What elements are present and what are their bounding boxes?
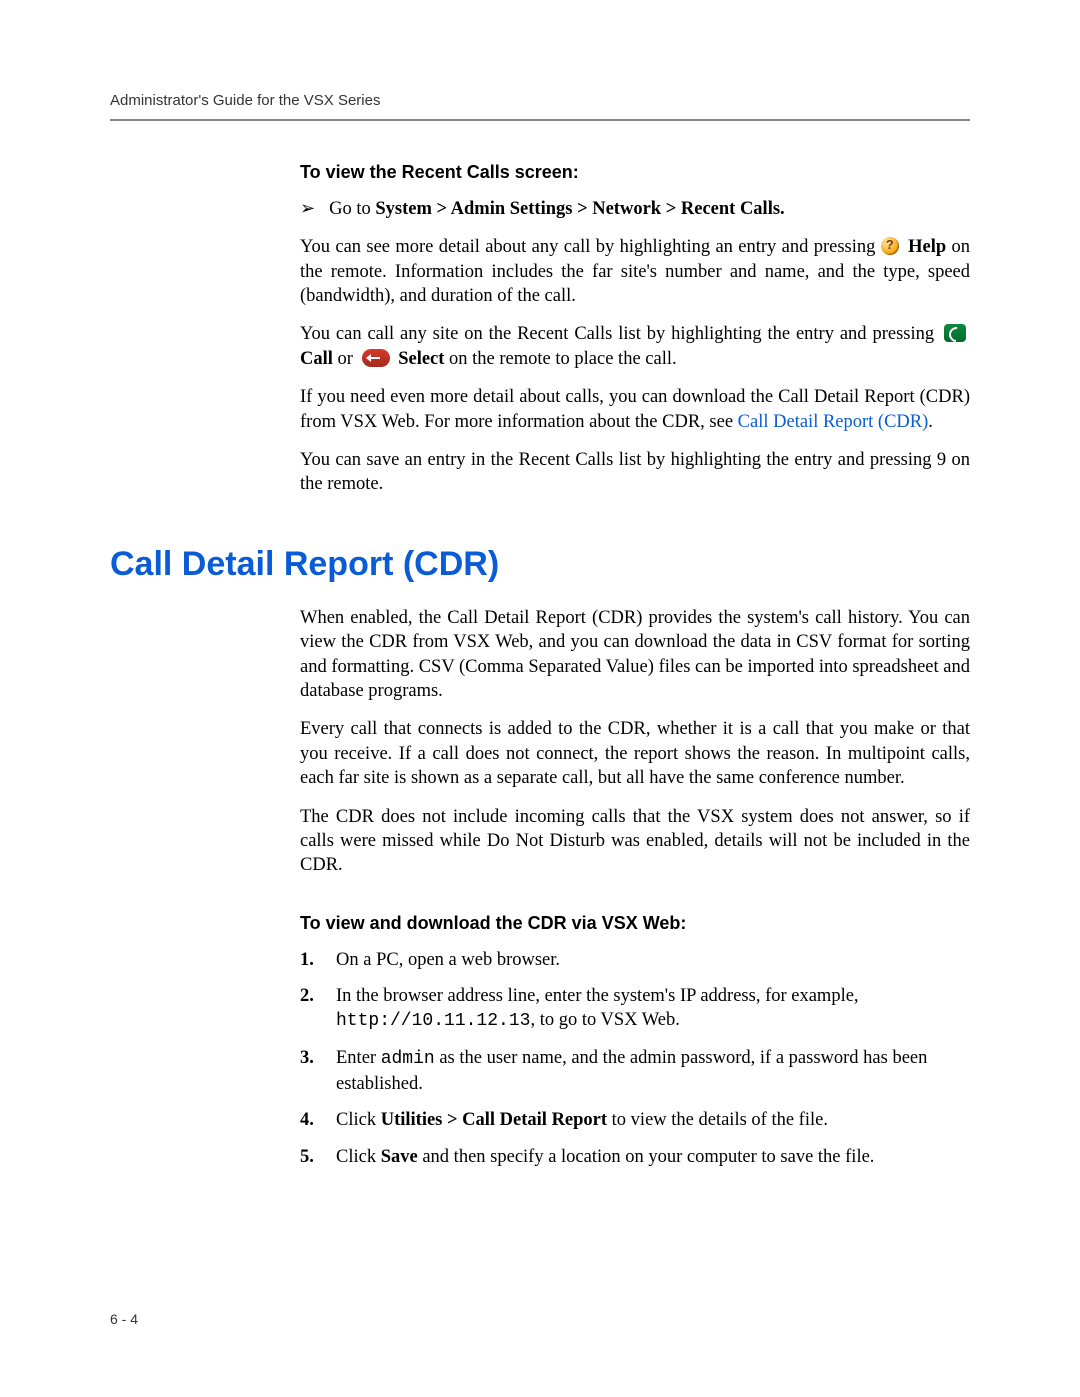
text: Enter — [336, 1048, 381, 1068]
step-number: 3. — [300, 1046, 322, 1096]
heading-cdr: Call Detail Report (CDR) — [110, 545, 970, 584]
step-body: On a PC, open a web browser. — [336, 948, 560, 972]
step-number: 2. — [300, 984, 322, 1034]
link-cdr[interactable]: Call Detail Report (CDR) — [738, 412, 929, 432]
para-cdr-link: If you need even more detail about calls… — [300, 385, 970, 434]
steps-list: 1. On a PC, open a web browser. 2. In th… — [300, 948, 970, 1170]
arrow-icon: ➢ — [300, 197, 315, 221]
step-body: Click Save and then specify a location o… — [336, 1145, 874, 1169]
nav-path-bold: System > Admin Settings > Network > Rece… — [375, 199, 784, 219]
para-help-detail: You can see more detail about any call b… — [300, 235, 970, 308]
para-cdr-exclusions: The CDR does not include incoming calls … — [300, 805, 970, 878]
text: Click — [336, 1147, 381, 1167]
bullet-pre: Go to — [329, 199, 375, 219]
text: You can call any site on the Recent Call… — [300, 324, 940, 344]
header-rule — [110, 119, 970, 121]
text: Click — [336, 1110, 381, 1130]
document-page: Administrator's Guide for the VSX Series… — [0, 0, 1080, 1397]
help-label: Help — [908, 237, 946, 257]
admin-code: admin — [381, 1049, 435, 1069]
text: , to go to VSX Web. — [530, 1010, 679, 1030]
running-header: Administrator's Guide for the VSX Series — [110, 92, 970, 109]
text: on the remote to place the call. — [449, 349, 677, 369]
body-column-2: When enabled, the Call Detail Report (CD… — [300, 606, 970, 1169]
text: or — [338, 349, 358, 369]
text: . — [928, 412, 933, 432]
select-icon — [362, 349, 390, 367]
subhead-recent-calls: To view the Recent Calls screen: — [300, 161, 970, 185]
select-label: Select — [398, 349, 444, 369]
body-column: To view the Recent Calls screen: ➢ Go to… — [300, 161, 970, 497]
text: and then specify a location on your comp… — [418, 1147, 875, 1167]
para-call-site: You can call any site on the Recent Call… — [300, 322, 970, 371]
para-cdr-intro: When enabled, the Call Detail Report (CD… — [300, 606, 970, 704]
para-save-entry: You can save an entry in the Recent Call… — [300, 448, 970, 497]
text: to view the details of the file. — [607, 1110, 828, 1130]
step-body: Click Utilities > Call Detail Report to … — [336, 1108, 828, 1132]
bullet-nav-path: ➢ Go to System > Admin Settings > Networ… — [300, 197, 970, 221]
step-item: 4. Click Utilities > Call Detail Report … — [300, 1108, 970, 1132]
step-item: 1. On a PC, open a web browser. — [300, 948, 970, 972]
utilities-path-bold: Utilities > Call Detail Report — [381, 1110, 607, 1130]
help-icon — [881, 237, 899, 255]
save-bold: Save — [381, 1147, 418, 1167]
step-body: In the browser address line, enter the s… — [336, 984, 970, 1034]
page-number: 6 - 4 — [110, 1311, 138, 1327]
text: In the browser address line, enter the s… — [336, 986, 859, 1006]
step-number: 4. — [300, 1108, 322, 1132]
text: You can see more detail about any call b… — [300, 237, 881, 257]
step-item: 3. Enter admin as the user name, and the… — [300, 1046, 970, 1096]
step-item: 2. In the browser address line, enter th… — [300, 984, 970, 1034]
call-icon — [944, 324, 966, 342]
step-number: 1. — [300, 948, 322, 972]
step-item: 5. Click Save and then specify a locatio… — [300, 1145, 970, 1169]
bullet-text: Go to System > Admin Settings > Network … — [329, 197, 785, 221]
subhead-download-cdr: To view and download the CDR via VSX Web… — [300, 912, 970, 936]
step-number: 5. — [300, 1145, 322, 1169]
step-body: Enter admin as the user name, and the ad… — [336, 1046, 970, 1096]
para-cdr-every-call: Every call that connects is added to the… — [300, 717, 970, 790]
ip-address-code: http://10.11.12.13 — [336, 1011, 530, 1031]
call-label: Call — [300, 349, 333, 369]
